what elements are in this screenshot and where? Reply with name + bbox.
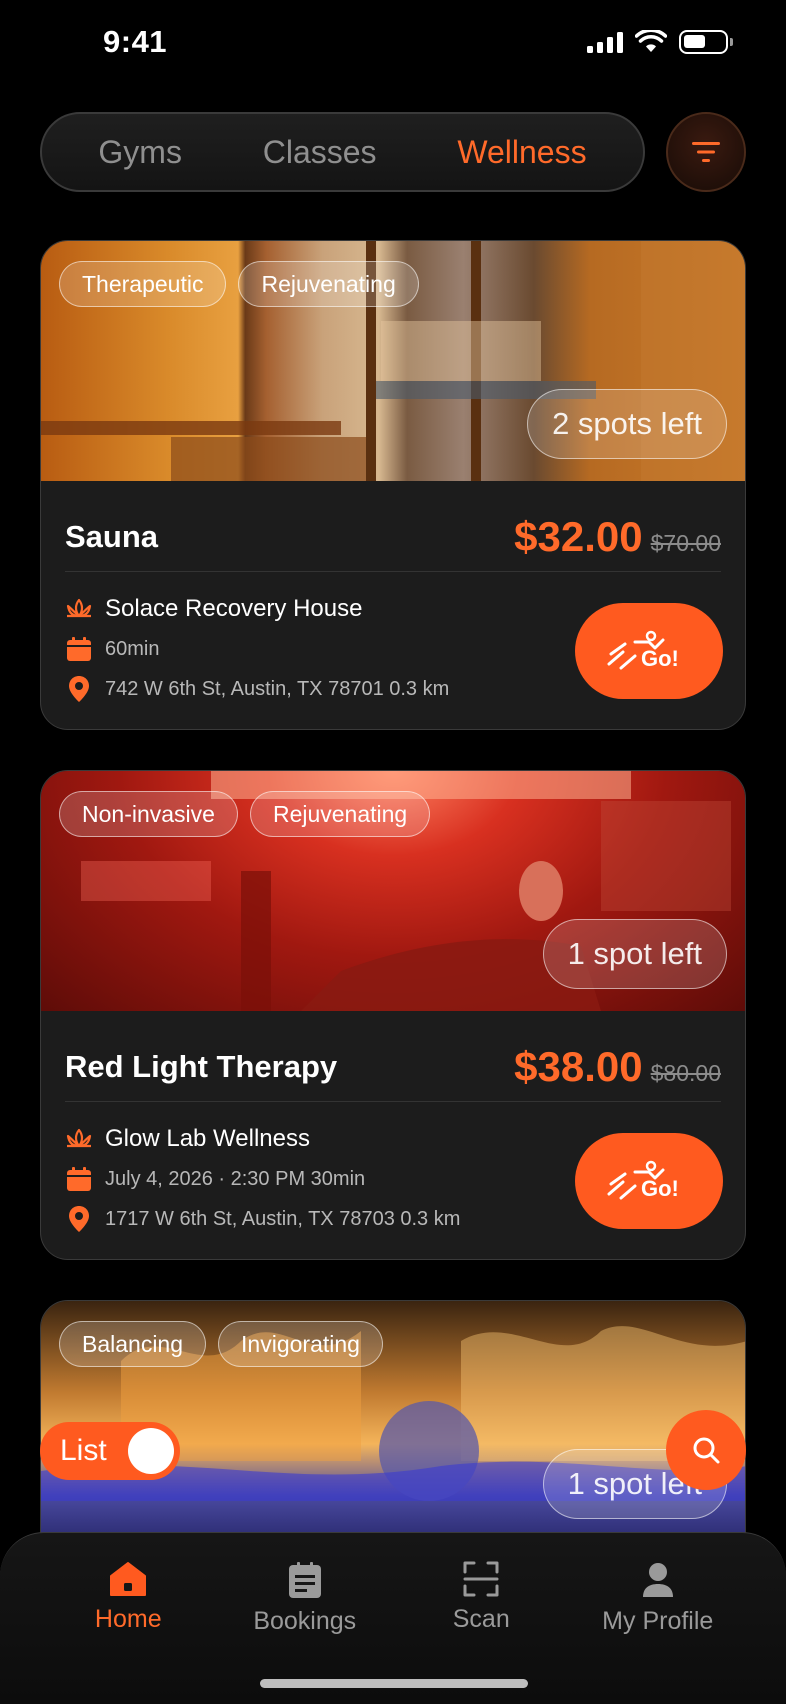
go-button[interactable]: Go! <box>575 1133 723 1229</box>
search-button[interactable] <box>666 1410 746 1490</box>
tab-label: Scan <box>452 1605 510 1633</box>
lotus-icon <box>65 595 93 623</box>
lotus-icon <box>65 1125 93 1153</box>
go-button[interactable]: Go! <box>575 603 723 699</box>
location-pin-icon <box>65 675 93 703</box>
status-bar: 9:41 <box>0 0 786 90</box>
tag: Rejuvenating <box>238 261 419 307</box>
tab-wellness[interactable]: Wellness <box>457 134 586 171</box>
tab-label: Bookings <box>253 1607 357 1635</box>
tag: Invigorating <box>218 1321 383 1367</box>
profile-icon <box>642 1563 673 1597</box>
status-time: 9:41 <box>103 24 168 59</box>
toggle-knob <box>128 1428 174 1474</box>
red-light-image: Non-invasive Rejuvenating 1 spot left <box>41 771 745 1011</box>
svg-text:Go!: Go! <box>641 646 679 671</box>
home-indicator <box>260 1679 528 1688</box>
battery-icon <box>679 30 733 54</box>
bottom-tab-bar: Home Bookings Scan My Profile <box>0 1532 786 1704</box>
tab-my-profile[interactable]: My Profile <box>573 1561 743 1636</box>
calendar-icon <box>65 1165 93 1193</box>
divider <box>65 571 721 572</box>
price: $32.00 <box>514 513 643 560</box>
tag-list: Non-invasive Rejuvenating <box>59 791 431 837</box>
card-title: Sauna <box>65 519 159 554</box>
category-segmented-control: Gyms Classes Wellness <box>40 112 645 192</box>
tag-list: Balancing Invigorating <box>59 1321 383 1367</box>
calendar-icon <box>65 635 93 663</box>
venue-name: Solace Recovery House <box>105 595 363 622</box>
tag: Non-invasive <box>59 791 238 837</box>
tab-gyms[interactable]: Gyms <box>98 134 182 171</box>
schedule-text: 60min <box>105 637 160 660</box>
wifi-icon <box>635 30 667 52</box>
scan-icon <box>463 1561 499 1597</box>
original-price: $80.00 <box>650 1060 721 1086</box>
address-text: 1717 W 6th St, Austin, TX 78703 0.3 km <box>105 1207 461 1230</box>
home-icon <box>110 1562 147 1596</box>
divider <box>65 1101 721 1102</box>
runner-go-icon: Go! <box>607 1160 679 1201</box>
filter-button[interactable] <box>666 112 746 192</box>
sauna-image: Therapeutic Rejuvenating 2 spots left <box>41 241 745 481</box>
list-toggle-label: List <box>60 1434 107 1467</box>
card-body: Red Light Therapy $38.00 $80.00 Glow Lab… <box>41 1011 745 1259</box>
schedule-text: July 4, 2026 · 2:30 PM 30min <box>105 1167 366 1190</box>
tab-home[interactable]: Home <box>43 1561 213 1636</box>
card-body: Sauna $32.00 $70.00 Solace Recovery Hous… <box>41 481 745 729</box>
location-pin-icon <box>65 1205 93 1233</box>
spots-badge: 1 spot left <box>542 919 727 989</box>
spots-badge: 2 spots left <box>527 389 727 459</box>
wellness-card-red-light-therapy[interactable]: Non-invasive Rejuvenating 1 spot left Re… <box>40 770 746 1260</box>
status-icons <box>587 30 733 54</box>
tag: Balancing <box>59 1321 207 1367</box>
runner-go-icon: Go! <box>607 630 679 671</box>
tab-label: Home <box>94 1605 162 1633</box>
original-price: $70.00 <box>650 530 721 556</box>
filter-icon <box>692 142 720 162</box>
tag: Therapeutic <box>59 261 227 307</box>
venue-name: Glow Lab Wellness <box>105 1125 310 1152</box>
cellular-signal-icon <box>587 31 623 53</box>
tag-list: Therapeutic Rejuvenating <box>59 261 419 307</box>
tab-classes[interactable]: Classes <box>263 134 377 171</box>
price: $38.00 <box>514 1043 643 1090</box>
tab-label: My Profile <box>602 1607 714 1635</box>
card-title: Red Light Therapy <box>65 1049 338 1084</box>
search-icon <box>693 1437 720 1464</box>
wellness-card-sauna[interactable]: Therapeutic Rejuvenating 2 spots left Sa… <box>40 240 746 730</box>
tag: Rejuvenating <box>249 791 431 837</box>
list-view-toggle[interactable]: List <box>40 1422 180 1480</box>
tab-scan[interactable]: Scan <box>396 1561 566 1636</box>
clipboard-icon <box>288 1562 321 1598</box>
address-text: 742 W 6th St, Austin, TX 78701 0.3 km <box>105 677 450 700</box>
svg-text:Go!: Go! <box>641 1176 679 1201</box>
tab-bookings[interactable]: Bookings <box>220 1561 390 1636</box>
